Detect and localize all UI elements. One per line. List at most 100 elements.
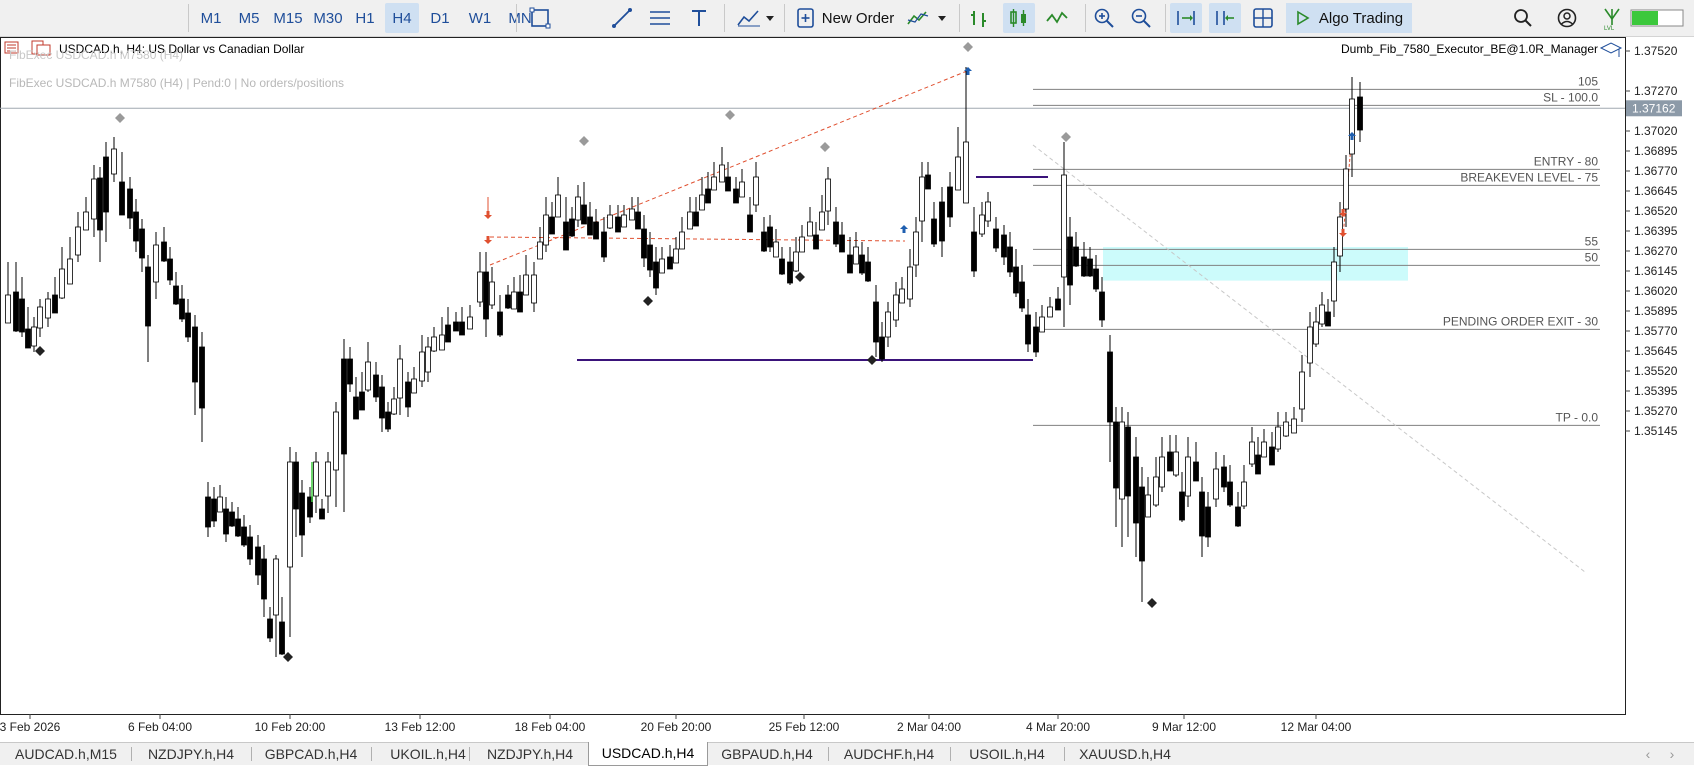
line-chart-icon[interactable] xyxy=(1044,3,1070,33)
candle-body xyxy=(993,228,999,249)
tab-xauusd-h4[interactable]: XAUUSD.h,H4 xyxy=(1066,743,1184,765)
candle-body xyxy=(607,214,613,229)
tab-nzdjpy-h4[interactable]: NZDJPY.h,H4 xyxy=(133,743,249,765)
price-chart[interactable]: 105 SL - 100.0 ENTRY - 80 BREAKEVEN LEVEL -… xyxy=(0,37,1694,742)
candle-body xyxy=(1349,98,1355,155)
signal-icon[interactable]: LVL xyxy=(1599,3,1625,33)
time-tick-label: 3 Feb 2026 xyxy=(0,720,61,734)
toolbar-separator xyxy=(724,4,725,32)
crosshair-icon[interactable] xyxy=(527,3,553,33)
candle-body xyxy=(1173,451,1179,476)
candle-body xyxy=(1013,266,1019,294)
text-icon[interactable] xyxy=(686,3,712,33)
candle-body xyxy=(711,176,717,191)
grid-icon[interactable] xyxy=(1250,3,1276,33)
candle-body xyxy=(111,148,117,175)
toolbar-separator xyxy=(516,4,517,32)
chart-shift-icon[interactable] xyxy=(1209,3,1241,33)
new-order-icon xyxy=(796,8,814,28)
candle-body xyxy=(939,201,945,242)
price-tick-label: 1.35270 xyxy=(1634,404,1678,418)
timeframe-d1[interactable]: D1 xyxy=(423,3,457,33)
candle-body xyxy=(83,211,89,231)
candle-body xyxy=(1185,456,1191,497)
candle-body xyxy=(75,226,81,256)
candle-body xyxy=(1125,426,1131,497)
candle-body xyxy=(391,398,397,415)
timeframe-m15[interactable]: M15 xyxy=(270,3,306,33)
candle-body xyxy=(37,306,43,329)
candle-body xyxy=(1331,261,1337,302)
candle-body xyxy=(397,358,403,399)
candle-body xyxy=(641,228,647,259)
indicators-icon[interactable] xyxy=(735,3,779,33)
line-icon[interactable] xyxy=(609,3,635,33)
tab-nzdjpy-h4-2[interactable]: NZDJPY.h,H4 xyxy=(471,743,589,765)
candle-body xyxy=(919,176,925,222)
candle-body xyxy=(405,381,411,408)
timeframe-h4[interactable]: H4 xyxy=(385,3,419,33)
price-tick-label: 1.35145 xyxy=(1634,424,1678,438)
tab-separator xyxy=(950,747,951,761)
tab-audcad-m15[interactable]: AUDCAD.h,M15 xyxy=(3,743,129,765)
candle-body xyxy=(205,496,211,528)
candle-body xyxy=(453,321,459,332)
candle-body xyxy=(373,374,379,398)
candle-body xyxy=(537,241,543,260)
time-tick-label: 9 Mar 12:00 xyxy=(1152,720,1216,734)
zoom-out-icon[interactable] xyxy=(1128,3,1154,33)
timeframe-m30[interactable]: M30 xyxy=(309,3,347,33)
candle-body xyxy=(167,258,173,281)
tab-ukoil-h4[interactable]: UKOIL.h,H4 xyxy=(373,743,483,765)
candle-body xyxy=(153,244,159,283)
candle-body xyxy=(581,204,587,225)
expert-name: Dumb_Fib_7580_Executor_BE@1.0R_Manager xyxy=(1341,42,1598,56)
fibonacci-icon[interactable] xyxy=(647,3,673,33)
timeframe-m1[interactable]: M1 xyxy=(194,3,228,33)
candle-body xyxy=(549,216,555,235)
candle-body xyxy=(467,316,473,330)
candlestick-icon[interactable] xyxy=(1003,3,1035,33)
candle-body xyxy=(767,226,773,248)
candle-body xyxy=(25,328,31,349)
candle-body xyxy=(1159,456,1165,488)
candle-body xyxy=(747,214,753,233)
candle-body xyxy=(819,211,825,231)
candle-body xyxy=(185,312,191,338)
candle-body xyxy=(1153,476,1159,506)
autoscroll-icon[interactable] xyxy=(1170,3,1202,33)
toolbar-separator xyxy=(1085,4,1086,32)
price-tick-label: 1.36020 xyxy=(1634,284,1678,298)
tab-audchf-h4[interactable]: AUDCHF.h,H4 xyxy=(830,743,948,765)
tabs-scroll-left-icon[interactable]: ‹ xyxy=(1638,743,1658,765)
new-order-button[interactable]: New Order xyxy=(792,3,898,33)
candle-body xyxy=(907,266,913,300)
tab-usdcad-h4[interactable]: USDCAD.h,H4 xyxy=(588,742,708,766)
search-icon[interactable] xyxy=(1510,3,1536,33)
candle-body xyxy=(67,258,73,285)
candle-body xyxy=(119,181,125,216)
account-icon[interactable] xyxy=(1554,3,1580,33)
timeframe-w1[interactable]: W1 xyxy=(463,3,497,33)
candle-body xyxy=(379,386,385,419)
zoom-in-icon[interactable] xyxy=(1091,3,1117,33)
bar-chart-icon[interactable] xyxy=(966,3,992,33)
timeframe-m5[interactable]: M5 xyxy=(232,3,266,33)
tab-usoil-h4[interactable]: USOIL.h,H4 xyxy=(952,743,1062,765)
timeframe-h1[interactable]: H1 xyxy=(348,3,382,33)
algo-trading-button[interactable]: Algo Trading xyxy=(1286,3,1412,33)
chart-type-icon[interactable] xyxy=(905,3,953,33)
tab-gbpcad-h4[interactable]: GBPCAD.h,H4 xyxy=(253,743,369,765)
price-tick-label: 1.37270 xyxy=(1634,84,1678,98)
candle-body xyxy=(813,234,819,250)
ea-status-text: FibExec USDCAD.h M7580 (H4) | Pend:0 | N… xyxy=(9,76,344,90)
tabs-scroll-right-icon[interactable]: › xyxy=(1662,743,1682,765)
fib-level-label: 105 xyxy=(1578,74,1598,88)
fib-level-label: 50 xyxy=(1585,250,1599,264)
fib-level-label: SL - 100.0 xyxy=(1543,90,1598,104)
tab-gbpaud-h4[interactable]: GBPAUD.h,H4 xyxy=(708,743,826,765)
chart-window[interactable]: 105 SL - 100.0 ENTRY - 80 BREAKEVEN LEVEL -… xyxy=(0,37,1694,742)
candle-body xyxy=(705,188,711,204)
candle-body xyxy=(1343,168,1349,210)
candle-body xyxy=(1073,246,1079,267)
